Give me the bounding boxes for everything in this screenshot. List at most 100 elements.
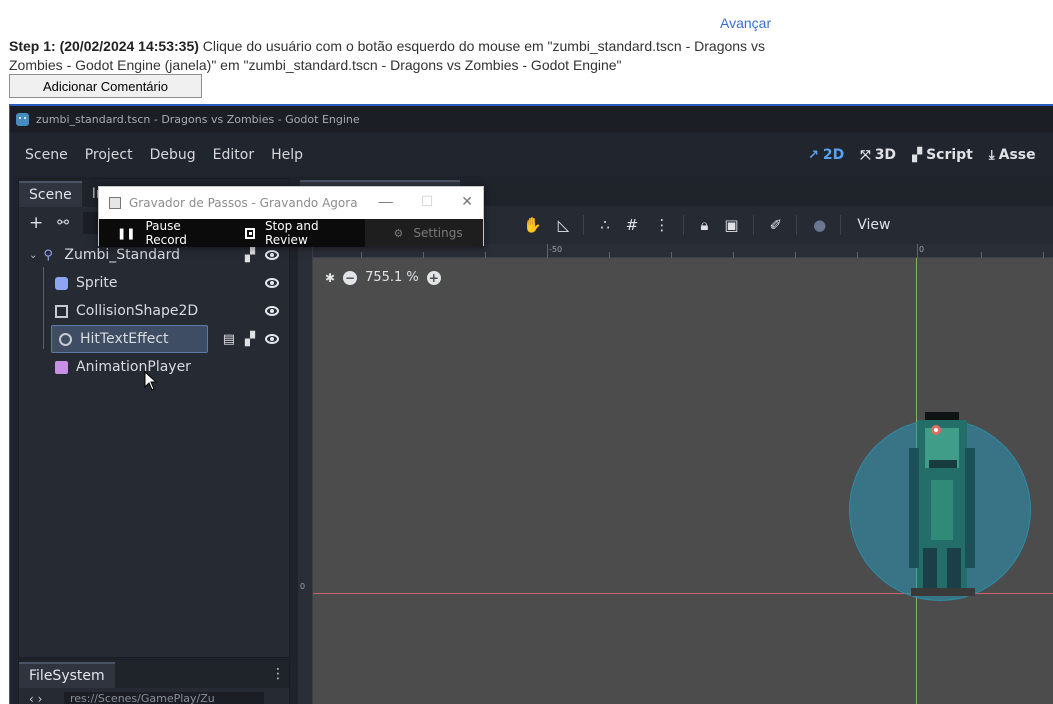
recorder-controls: ❚❚ Pause Record Stop and Review ⚙ Settin… bbox=[99, 219, 483, 247]
workspace-2d[interactable]: ↗ 2D bbox=[808, 147, 844, 163]
visibility-eye-icon[interactable] bbox=[265, 278, 279, 288]
zoom-in-icon[interactable]: + bbox=[426, 270, 441, 285]
ruler-label: 0 bbox=[919, 245, 925, 254]
step-label: Step 1: (20/02/2024 14:53:35) bbox=[9, 38, 199, 54]
stop-and-review-button[interactable]: Stop and Review bbox=[227, 219, 366, 247]
recorder-title: Gravador de Passos - Gravando Agora bbox=[129, 195, 358, 210]
title-bar: zumbi_standard.tscn - Dragons vs Zombies… bbox=[10, 106, 1053, 132]
viewport-canvas[interactable]: ✱ − 755.1 % + bbox=[313, 258, 1053, 704]
menu-editor[interactable]: Editor bbox=[213, 147, 254, 163]
workspace-assetlib[interactable]: ⤓ Asse bbox=[989, 147, 1036, 163]
toolbar-separator bbox=[583, 215, 585, 235]
animationplayer-icon bbox=[55, 360, 68, 374]
node2d-icon: ⚲ bbox=[43, 247, 53, 263]
node-name: CollisionShape2D bbox=[76, 303, 199, 319]
pause-record-label: Pause Record bbox=[145, 219, 187, 247]
node-name: Zumbi_Standard bbox=[64, 247, 180, 263]
kebab-menu-icon[interactable]: ⋮ bbox=[271, 666, 285, 682]
menu-bar: Scene Project Debug Editor Help ↗ 2D ⤧ 3… bbox=[10, 134, 1053, 176]
tab-scene[interactable]: Scene bbox=[19, 181, 82, 207]
ruler-tick bbox=[547, 244, 548, 258]
script-icon: ▞ bbox=[912, 147, 923, 163]
filesystem-dock: FileSystem ⋮ ‹ › res://Scenes/GamePlay/Z… bbox=[18, 659, 290, 704]
tab-filesystem[interactable]: FileSystem bbox=[19, 662, 115, 688]
workspace-script[interactable]: ▞ Script bbox=[912, 147, 973, 163]
camera-icon[interactable]: ● bbox=[813, 216, 826, 234]
add-node-icon[interactable]: + bbox=[29, 213, 43, 233]
back-forward-icon[interactable]: ‹ › bbox=[29, 692, 42, 704]
grid-snap-icon[interactable]: # bbox=[626, 216, 639, 234]
ruler-label: 0 bbox=[300, 582, 306, 591]
sprite-icon bbox=[55, 276, 68, 290]
toolbar-separator bbox=[796, 215, 798, 235]
center-view-icon[interactable]: ✱ bbox=[325, 271, 335, 285]
settings-button[interactable]: ⚙ Settings bbox=[365, 219, 483, 247]
ruler-left: 0 bbox=[298, 244, 313, 704]
filesystem-path-input[interactable]: res://Scenes/GamePlay/Zu bbox=[64, 692, 264, 704]
maximize-icon[interactable]: ☐ bbox=[421, 193, 434, 210]
menu-help[interactable]: Help bbox=[271, 147, 303, 163]
toolbar-separator bbox=[683, 215, 685, 235]
minimize-icon[interactable]: — bbox=[379, 193, 393, 210]
node-name: HitTextEffect bbox=[80, 331, 169, 347]
workspace-script-label: Script bbox=[926, 147, 973, 163]
view-menu[interactable]: View bbox=[857, 217, 890, 233]
node-name: Sprite bbox=[76, 275, 118, 291]
app-window-icon bbox=[109, 196, 121, 209]
zoom-level[interactable]: 755.1 % bbox=[365, 270, 419, 285]
zombie-sprite[interactable] bbox=[903, 408, 983, 598]
workspace-2d-label: 2D bbox=[822, 147, 845, 163]
menu-scene[interactable]: Scene bbox=[25, 147, 68, 163]
script-attached-icon[interactable]: ▞ bbox=[245, 332, 255, 347]
ruler-icon[interactable]: ◺ bbox=[558, 216, 570, 234]
window-controls: — ☐ ✕ bbox=[379, 193, 473, 210]
scene-dock: Scene Im + ⚯ ⌄ ⚲ Zumbi_Standard ▞ Sprite bbox=[18, 178, 290, 658]
filesystem-dock-tabs: FileSystem bbox=[19, 660, 289, 688]
close-icon[interactable]: ✕ bbox=[461, 193, 473, 210]
clapperboard-icon[interactable]: ▤ bbox=[223, 332, 235, 347]
collapse-arrow-icon[interactable]: ⌄ bbox=[29, 250, 37, 261]
ruler-label: -50 bbox=[549, 245, 563, 254]
godot-logo-icon bbox=[16, 112, 29, 126]
group-icon[interactable]: ▣ bbox=[724, 216, 738, 234]
tree-row-hittexteffect[interactable]: HitTextEffect ▤ ▞ bbox=[19, 325, 289, 353]
lock-icon[interactable]: 🔒︎ bbox=[700, 216, 708, 234]
3d-icon: ⤧ bbox=[860, 147, 871, 163]
toolbar-separator bbox=[752, 215, 754, 235]
bone-icon[interactable]: ✐ bbox=[770, 216, 783, 234]
step-description: Step 1: (20/02/2024 14:53:35) Clique do … bbox=[9, 37, 789, 75]
visibility-eye-icon[interactable] bbox=[265, 306, 279, 316]
mouse-cursor-icon bbox=[144, 371, 158, 391]
smart-snap-icon[interactable]: ∴ bbox=[600, 216, 610, 234]
stop-icon bbox=[244, 227, 255, 239]
visibility-eye-icon[interactable] bbox=[265, 334, 279, 344]
next-step-link[interactable]: Avançar bbox=[720, 15, 771, 31]
menu-project[interactable]: Project bbox=[85, 147, 133, 163]
gear-icon: ⚙ bbox=[393, 226, 404, 240]
workspace-assetlib-label: Asse bbox=[998, 147, 1036, 163]
node2d-icon bbox=[59, 332, 72, 346]
row-actions bbox=[265, 269, 279, 297]
row-actions bbox=[265, 297, 279, 325]
add-comment-button[interactable]: Adicionar Comentário bbox=[9, 74, 202, 98]
toolbar-separator bbox=[840, 215, 842, 235]
steps-recorder-window: Gravador de Passos - Gravando Agora — ☐ … bbox=[98, 186, 484, 247]
zoom-out-icon[interactable]: − bbox=[343, 270, 358, 285]
pause-icon: ❚❚ bbox=[117, 226, 136, 240]
menu-debug[interactable]: Debug bbox=[150, 147, 196, 163]
tree-row-sprite[interactable]: Sprite bbox=[19, 269, 289, 297]
workspace-3d-label: 3D bbox=[874, 147, 897, 163]
2d-icon: ↗ bbox=[808, 147, 819, 163]
zoom-controls: ✱ − 755.1 % + bbox=[325, 270, 441, 285]
snap-options-icon[interactable]: ⋮ bbox=[654, 216, 669, 234]
visibility-eye-icon[interactable] bbox=[265, 250, 279, 260]
assetlib-icon: ⤓ bbox=[988, 147, 995, 163]
tree-row-collisionshape2d[interactable]: CollisionShape2D bbox=[19, 297, 289, 325]
workspace-tabs: ↗ 2D ⤧ 3D ▞ Script ⤓ Asse bbox=[808, 134, 1052, 176]
pause-record-button[interactable]: ❚❚ Pause Record bbox=[99, 219, 227, 247]
settings-label: Settings bbox=[413, 226, 463, 240]
pan-hand-icon[interactable]: ✋ bbox=[523, 216, 542, 234]
workspace-3d[interactable]: ⤧ 3D bbox=[860, 147, 896, 163]
link-icon[interactable]: ⚯ bbox=[57, 215, 69, 231]
script-attached-icon[interactable]: ▞ bbox=[245, 248, 255, 263]
